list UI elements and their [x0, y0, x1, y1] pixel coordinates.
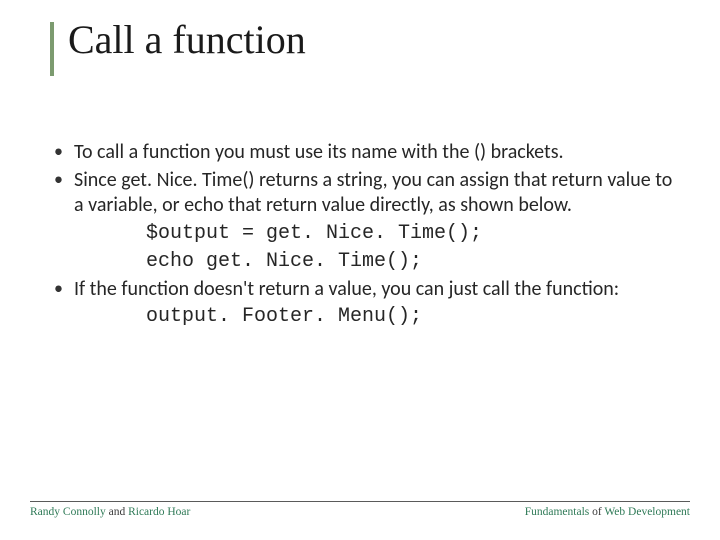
footer-author: Ricardo Hoar	[128, 506, 190, 518]
footer-left: Randy Connolly and Ricardo Hoar	[30, 506, 190, 518]
footer-text: and	[106, 506, 128, 518]
title-accent-bar	[50, 22, 54, 76]
content-body: To call a function you must use its name…	[48, 140, 680, 332]
title-block: Call a function	[50, 18, 306, 76]
footer-right: Fundamentals of Web Development	[525, 506, 690, 518]
bullet-item: If the function doesn't return a value, …	[48, 277, 680, 331]
footer: Randy Connolly and Ricardo Hoar Fundamen…	[30, 501, 690, 518]
slide-title: Call a function	[68, 18, 306, 62]
bullet-text-part: Since	[74, 168, 121, 192]
slide: Call a function To call a function you m…	[0, 0, 720, 540]
bullet-item: To call a function you must use its name…	[48, 140, 680, 166]
footer-book-part: Web Development	[604, 506, 690, 518]
footer-book-part: Fundamentals	[525, 506, 590, 518]
code-line: output. Footer. Menu();	[74, 304, 680, 330]
bullet-item: Since get. Nice. Time() returns a string…	[48, 168, 680, 275]
inline-code: get. Nice. Time()	[121, 168, 254, 192]
footer-text: of	[589, 506, 604, 518]
code-line: $output = get. Nice. Time();	[74, 221, 680, 247]
footer-author: Randy Connolly	[30, 506, 106, 518]
code-line: echo get. Nice. Time();	[74, 249, 680, 275]
bullet-text: To call a function you must use its name…	[74, 140, 564, 164]
bullet-list: To call a function you must use its name…	[48, 140, 680, 330]
bullet-text: If the function doesn't return a value, …	[74, 277, 619, 301]
